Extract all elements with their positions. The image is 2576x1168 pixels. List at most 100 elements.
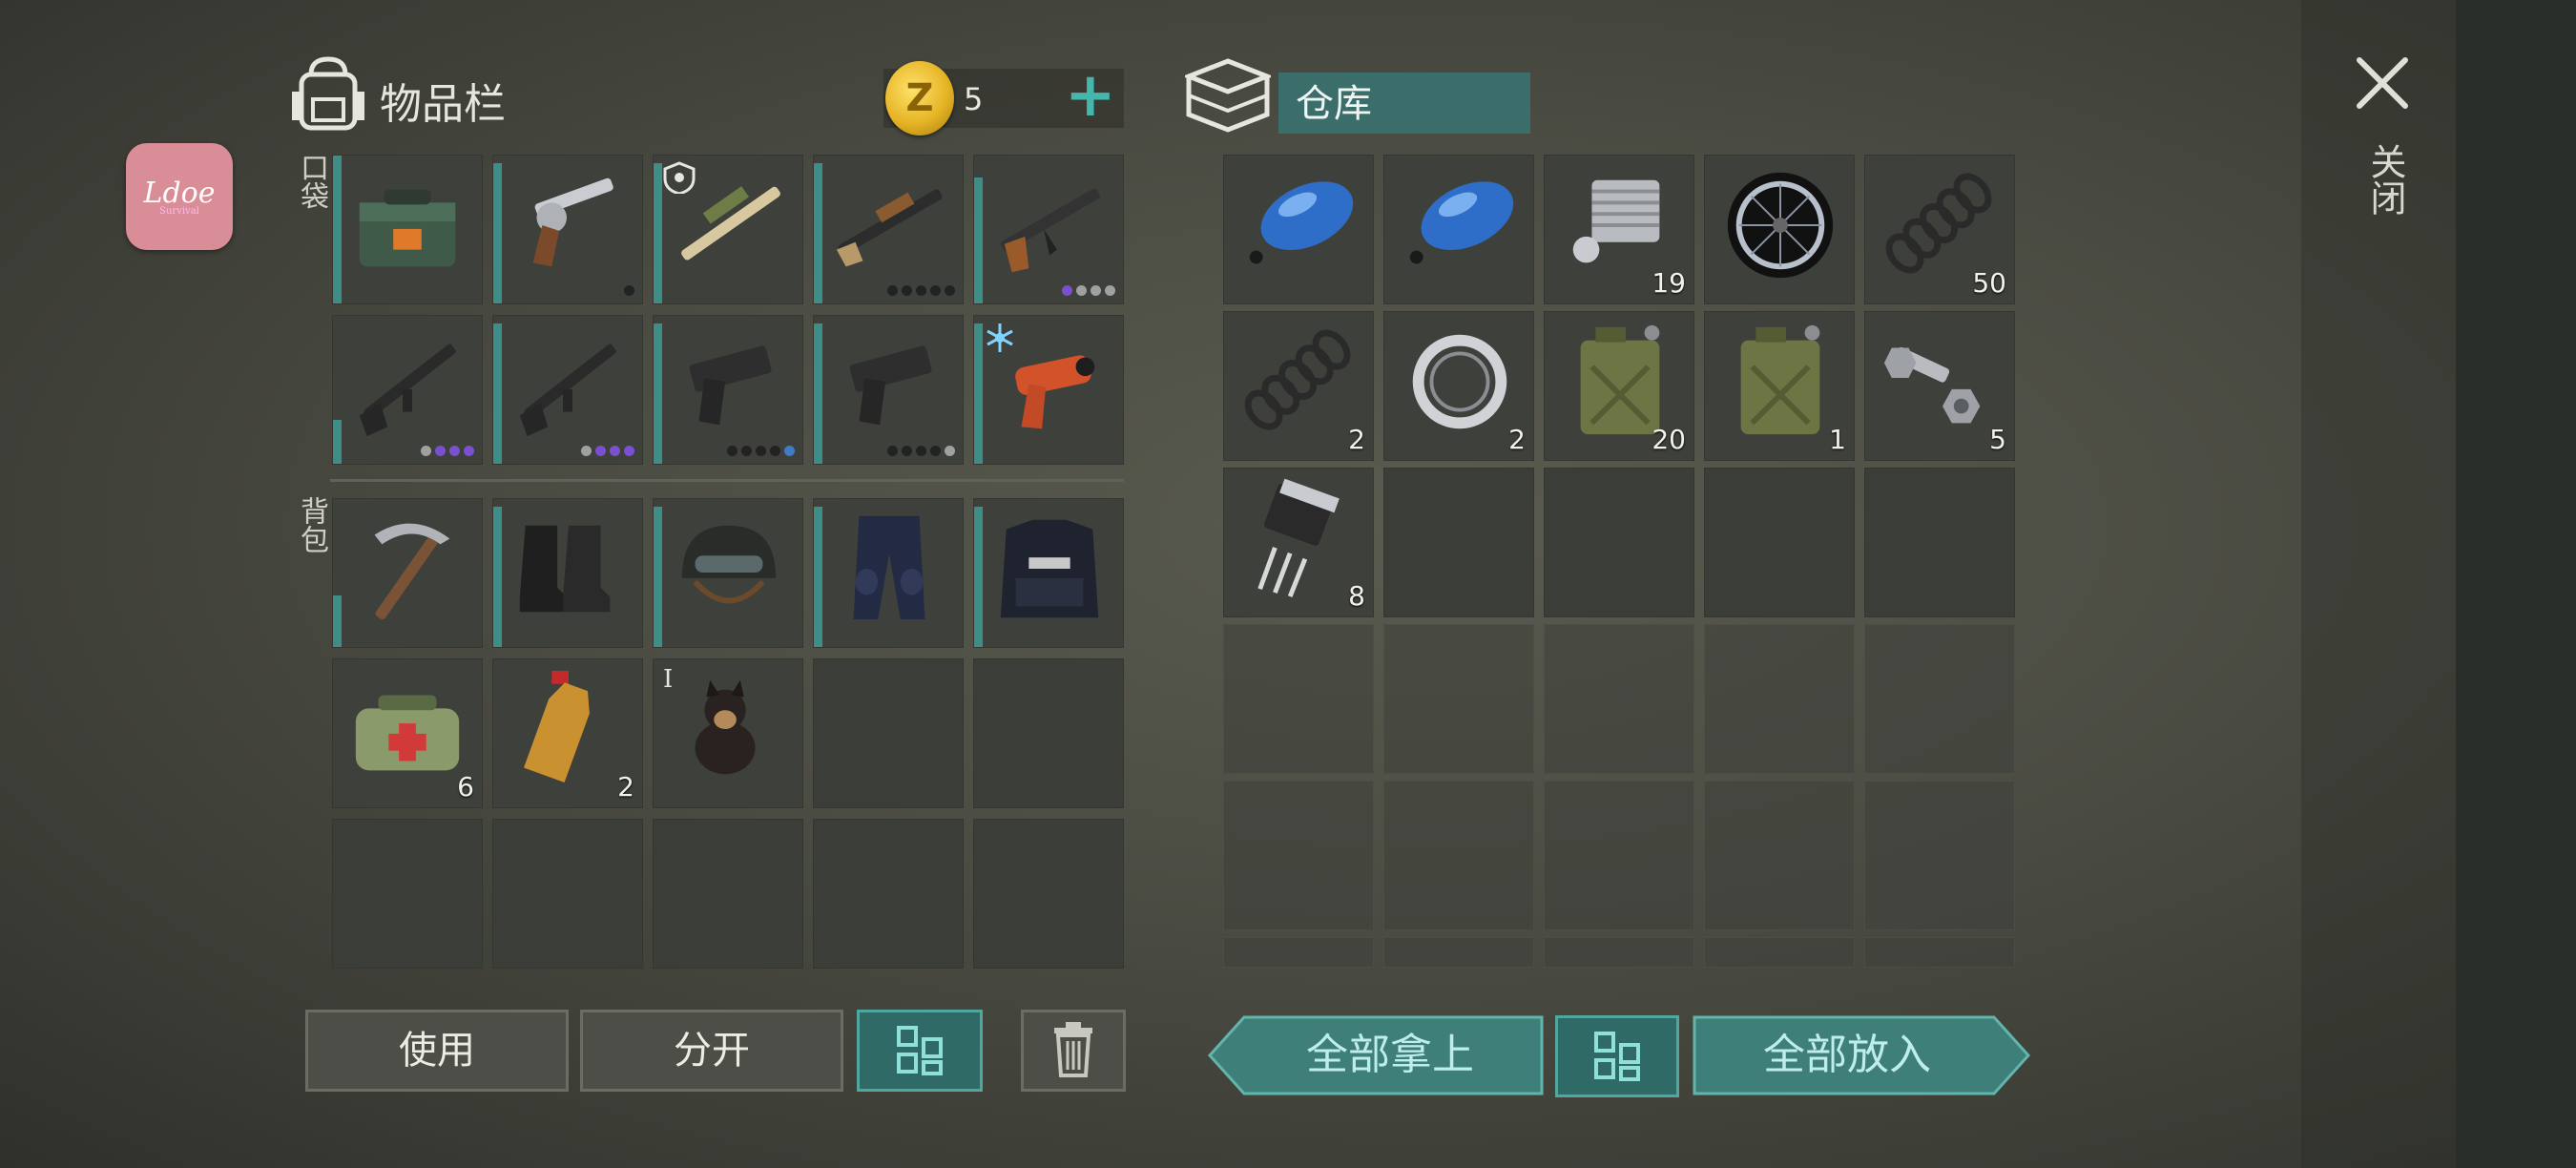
warehouse-slot[interactable]: [1223, 937, 1374, 968]
backpack-slot[interactable]: [332, 819, 483, 969]
warehouse-slot[interactable]: [1704, 781, 1855, 930]
warehouse-slot[interactable]: [1223, 155, 1374, 304]
backpack-slot[interactable]: 2: [492, 658, 643, 808]
warehouse-slot[interactable]: [1704, 937, 1855, 968]
warehouse-slot[interactable]: 20: [1544, 311, 1694, 461]
mod-dot: [930, 285, 941, 296]
mod-dot: [610, 446, 620, 456]
warehouse-slot[interactable]: [1383, 624, 1534, 774]
pocket-slot[interactable]: [332, 315, 483, 465]
take-all-button[interactable]: 全部拿上: [1208, 1013, 1544, 1097]
backpack-slot[interactable]: [813, 819, 964, 969]
mod-dot: [624, 285, 634, 296]
police-vest-icon: [1000, 519, 1099, 618]
pocket-slot[interactable]: [492, 315, 643, 465]
mod-dot: [727, 446, 737, 456]
mod-dot: [464, 446, 474, 456]
helmet-icon: [681, 525, 777, 604]
backpack-slot[interactable]: [653, 498, 803, 648]
durability-bar: [814, 506, 822, 647]
warehouse-slot[interactable]: [1704, 468, 1855, 617]
backpack-slot[interactable]: [492, 819, 643, 969]
mod-dot: [784, 446, 795, 456]
backpack-slot[interactable]: [492, 498, 643, 648]
warehouse-slot[interactable]: [1223, 781, 1374, 930]
inventory-title: 物品栏: [380, 80, 506, 129]
pocket-slot[interactable]: [492, 155, 643, 304]
delete-button[interactable]: [1021, 1010, 1126, 1092]
backpack-slot[interactable]: [973, 658, 1124, 808]
pocket-slot[interactable]: [813, 315, 964, 465]
warehouse-slot[interactable]: [1383, 155, 1534, 304]
warehouse-slot[interactable]: [1223, 624, 1374, 774]
durability-bar: [974, 506, 983, 647]
warehouse-slot[interactable]: [1864, 624, 2015, 774]
put-all-button[interactable]: 全部放入: [1693, 1013, 2030, 1097]
warehouse-slot[interactable]: [1383, 781, 1534, 930]
transistor-icon: [1257, 478, 1340, 597]
ammo-box-icon: [359, 189, 456, 267]
warehouse-slot[interactable]: [1864, 781, 2015, 930]
close-label[interactable]: 关闭: [2360, 143, 2406, 216]
pistol-icon: [689, 345, 772, 426]
durability-bar: [814, 162, 822, 303]
pocket-slot[interactable]: [973, 155, 1124, 304]
warehouse-slot[interactable]: 2: [1383, 311, 1534, 461]
backpack-slot[interactable]: [813, 498, 964, 648]
pocket-slot[interactable]: [653, 155, 803, 304]
close-button[interactable]: [2352, 52, 2413, 114]
item-quantity: 20: [1652, 424, 1686, 455]
warehouse-slot[interactable]: 1: [1704, 311, 1855, 461]
backpack-slot[interactable]: [973, 819, 1124, 969]
backpack-slot[interactable]: [653, 819, 803, 969]
backpack-slot[interactable]: I: [653, 658, 803, 808]
backpack-label: 背包: [295, 496, 328, 553]
backpack-slot[interactable]: [973, 498, 1124, 648]
trash-icon: [1054, 1022, 1092, 1077]
mod-dot: [1105, 285, 1115, 296]
tier-label: I: [663, 665, 674, 694]
backpack-slot[interactable]: [813, 658, 964, 808]
sort-warehouse-button[interactable]: [1555, 1015, 1679, 1097]
warehouse-slot[interactable]: [1383, 468, 1534, 617]
warehouse-title: 仓库: [1296, 82, 1372, 126]
fuel-tank-icon: [1249, 181, 1354, 264]
pocket-slot[interactable]: [973, 315, 1124, 465]
take-all-label: 全部拿上: [1306, 1031, 1474, 1079]
warehouse-slot[interactable]: 5: [1864, 311, 2015, 461]
pocket-slot[interactable]: [813, 155, 964, 304]
sort-inventory-button[interactable]: [857, 1010, 983, 1092]
mod-dot: [435, 446, 446, 456]
coin-icon: Z: [885, 61, 954, 136]
warehouse-slot[interactable]: 8: [1223, 468, 1374, 617]
warehouse-slot[interactable]: [1544, 937, 1694, 968]
warehouse-slot[interactable]: [1704, 624, 1855, 774]
warehouse-slot[interactable]: [1544, 624, 1694, 774]
warehouse-slot[interactable]: [1544, 781, 1694, 930]
warehouse-slot[interactable]: 19: [1544, 155, 1694, 304]
warehouse-slot[interactable]: [1383, 937, 1534, 968]
mod-dot: [770, 446, 780, 456]
add-coins-button[interactable]: +: [1065, 65, 1116, 126]
pocket-slot[interactable]: [332, 155, 483, 304]
backpack-slot[interactable]: [332, 498, 483, 648]
mod-dots: [887, 285, 955, 296]
jerry-can-icon: [1740, 324, 1820, 435]
backpack-slot[interactable]: 6: [332, 658, 483, 808]
mod-dot: [1062, 285, 1072, 296]
warehouse-slot[interactable]: [1864, 937, 2015, 968]
warehouse-slot[interactable]: 2: [1223, 311, 1374, 461]
warehouse-slot[interactable]: 50: [1864, 155, 2015, 304]
warehouse-slot[interactable]: [1544, 468, 1694, 617]
split-button[interactable]: 分开: [580, 1010, 843, 1092]
mod-dot: [624, 446, 634, 456]
warehouse-slot[interactable]: [1704, 155, 1855, 304]
pistol-icon: [849, 345, 932, 426]
mod-dots: [624, 285, 634, 296]
frost-badge-icon: [987, 323, 1013, 352]
durability-bar: [493, 162, 502, 303]
warehouse-slot[interactable]: [1864, 468, 2015, 617]
app-logo[interactable]: Ldoe Survival: [126, 143, 233, 250]
pocket-slot[interactable]: [653, 315, 803, 465]
use-button[interactable]: 使用: [305, 1010, 569, 1092]
